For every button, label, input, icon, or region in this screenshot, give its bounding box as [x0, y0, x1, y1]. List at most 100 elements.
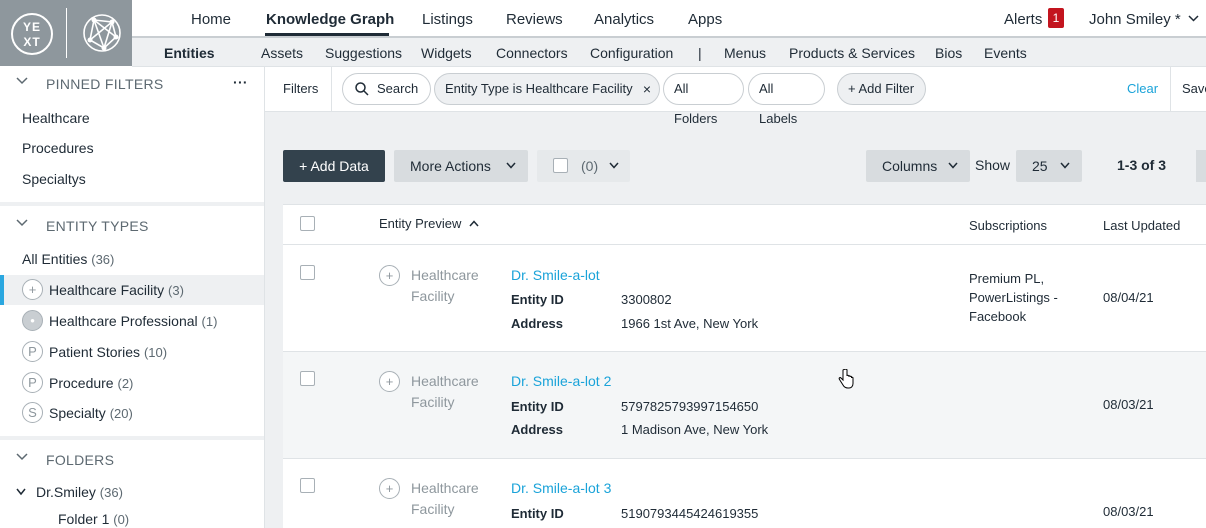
clear-filters-link[interactable]: Clear	[1127, 81, 1158, 96]
subnav-configuration[interactable]: Configuration	[590, 45, 673, 61]
all-folders-pill[interactable]: All Folders	[663, 73, 744, 126]
all-entities-item[interactable]: All Entities (36)	[22, 251, 114, 267]
folders-header[interactable]: FOLDERS	[0, 444, 264, 474]
page-size-value: 25	[1032, 158, 1048, 174]
item-label: Patient Stories	[49, 344, 141, 360]
select-all-checkbox[interactable]	[553, 158, 568, 173]
save-filters-button[interactable]: Save	[1182, 81, 1206, 96]
entity-type-filter-pill[interactable]: Entity Type is Healthcare Facility ×	[434, 73, 660, 105]
more-icon[interactable]: ···	[233, 74, 248, 90]
divider	[1170, 67, 1171, 111]
nav-reviews[interactable]: Reviews	[506, 11, 563, 28]
pinned-filter-specialtys[interactable]: Specialtys	[22, 171, 86, 187]
chevron-down-icon[interactable]	[1188, 15, 1199, 22]
yext-logo[interactable]: YE XT	[0, 0, 132, 66]
item-count: (1)	[201, 314, 218, 329]
column-label: Entity Preview	[379, 216, 462, 231]
subnav-separator: |	[698, 45, 702, 61]
item-label: Procedure	[49, 375, 114, 391]
selected-count: (0)	[581, 158, 599, 174]
entity-name-link[interactable]: Dr. Smile-a-lot 3	[511, 480, 611, 496]
field-label: Address	[511, 316, 564, 331]
row-checkbox[interactable]	[300, 478, 315, 493]
entity-name-link[interactable]: Dr. Smile-a-lot 2	[511, 373, 611, 389]
columns-button[interactable]: Columns	[866, 150, 970, 182]
search-pill[interactable]: Search	[342, 73, 431, 105]
section-title: ENTITY TYPES	[46, 218, 149, 234]
table-row[interactable]: + Healthcare Facility Dr. Smile-a-lot En…	[283, 245, 1206, 352]
nav-apps[interactable]: Apps	[688, 11, 722, 28]
all-labels-pill[interactable]: All Labels	[748, 73, 825, 126]
chevron-down-icon[interactable]	[16, 217, 28, 229]
folder-1[interactable]: Folder 1 (0)	[58, 511, 129, 527]
healthcare-facility-icon: +	[379, 265, 400, 286]
column-subscriptions[interactable]: Subscriptions	[969, 218, 1047, 233]
item-count: (10)	[143, 345, 168, 360]
row-checkbox[interactable]	[300, 265, 315, 280]
entity-type-procedure[interactable]: P Procedure (2)	[0, 368, 264, 398]
chevron-down-icon	[609, 162, 619, 169]
show-label: Show	[975, 157, 1011, 173]
column-entity-preview[interactable]: Entity Preview	[379, 216, 479, 231]
item-label: Specialty	[49, 405, 106, 421]
subnav-entities[interactable]: Entities	[164, 45, 215, 61]
chevron-down-icon[interactable]	[16, 451, 28, 463]
logo-divider	[66, 8, 67, 58]
subnav-assets[interactable]: Assets	[261, 45, 303, 61]
page-size-select[interactable]: 25	[1016, 150, 1082, 182]
nav-knowledge-graph[interactable]: Knowledge Graph	[266, 11, 394, 28]
entity-type-specialty[interactable]: S Specialty (20)	[0, 398, 264, 428]
field-label: Entity ID	[511, 399, 564, 414]
close-icon[interactable]: ×	[643, 74, 651, 104]
letter-p-icon: P	[22, 341, 43, 362]
subnav-connectors[interactable]: Connectors	[496, 45, 568, 61]
filter-bar: Filters Search Entity Type is Healthcare…	[265, 67, 1206, 126]
entity-type-healthcare-facility[interactable]: + Healthcare Facility (3)	[0, 275, 264, 305]
pagination-range: 1-3 of 3	[1117, 157, 1167, 173]
chevron-down-icon[interactable]	[16, 75, 28, 87]
header-checkbox[interactable]	[300, 216, 315, 231]
entity-type-healthcare-professional[interactable]: • Healthcare Professional (1)	[0, 306, 264, 336]
item-label: All Entities	[22, 251, 88, 267]
add-filter-button[interactable]: + Add Filter	[837, 73, 926, 105]
healthcare-facility-icon: +	[379, 371, 400, 392]
user-menu[interactable]: John Smiley *	[1089, 11, 1181, 28]
pagination-button[interactable]	[1196, 150, 1206, 182]
item-count: (2)	[117, 376, 134, 391]
pinned-filter-procedures[interactable]: Procedures	[22, 140, 94, 156]
nav-analytics[interactable]: Analytics	[594, 11, 654, 28]
entity-id: 5797825793997154650	[621, 399, 759, 414]
healthcare-facility-icon: +	[379, 478, 400, 499]
subnav-suggestions[interactable]: Suggestions	[325, 45, 402, 61]
alerts-link[interactable]: Alerts	[1004, 11, 1042, 28]
bulk-select-dropdown[interactable]: (0)	[537, 150, 630, 182]
nav-home[interactable]: Home	[191, 11, 231, 28]
button-label: More Actions	[410, 158, 491, 174]
chevron-down-icon	[506, 162, 516, 169]
entity-types-header[interactable]: ENTITY TYPES	[0, 210, 264, 240]
button-label: Columns	[882, 158, 938, 174]
entity-subscriptions: Premium PL, PowerListings - Facebook	[969, 271, 1058, 324]
pinned-filters-header[interactable]: PINNED FILTERS ···	[0, 68, 264, 98]
entity-name-link[interactable]: Dr. Smile-a-lot	[511, 267, 600, 283]
search-icon	[355, 82, 369, 96]
column-last-updated[interactable]: Last Updated	[1103, 218, 1180, 233]
sidebar: PINNED FILTERS ··· Healthcare Procedures…	[0, 67, 265, 528]
add-data-button[interactable]: + Add Data	[283, 150, 385, 182]
alerts-badge[interactable]: 1	[1048, 8, 1064, 28]
top-nav: Home Knowledge Graph Listings Reviews An…	[132, 0, 1206, 38]
row-checkbox[interactable]	[300, 371, 315, 386]
table-row[interactable]: + Healthcare Facility Dr. Smile-a-lot 3 …	[283, 459, 1206, 528]
subnav-menus[interactable]: Menus	[724, 45, 766, 61]
table-row[interactable]: + Healthcare Facility Dr. Smile-a-lot 2 …	[283, 352, 1206, 459]
subnav-events[interactable]: Events	[984, 45, 1027, 61]
more-actions-button[interactable]: More Actions	[394, 150, 528, 182]
subnav-products-services[interactable]: Products & Services	[789, 45, 915, 61]
nav-listings[interactable]: Listings	[422, 11, 473, 28]
entity-type-patient-stories[interactable]: P Patient Stories (10)	[0, 337, 264, 367]
chevron-down-icon[interactable]	[16, 488, 26, 496]
pinned-filter-healthcare[interactable]: Healthcare	[22, 110, 90, 126]
subnav-bios[interactable]: Bios	[935, 45, 962, 61]
subnav-widgets[interactable]: Widgets	[421, 45, 472, 61]
entity-last-updated: 08/04/21	[1103, 290, 1154, 305]
